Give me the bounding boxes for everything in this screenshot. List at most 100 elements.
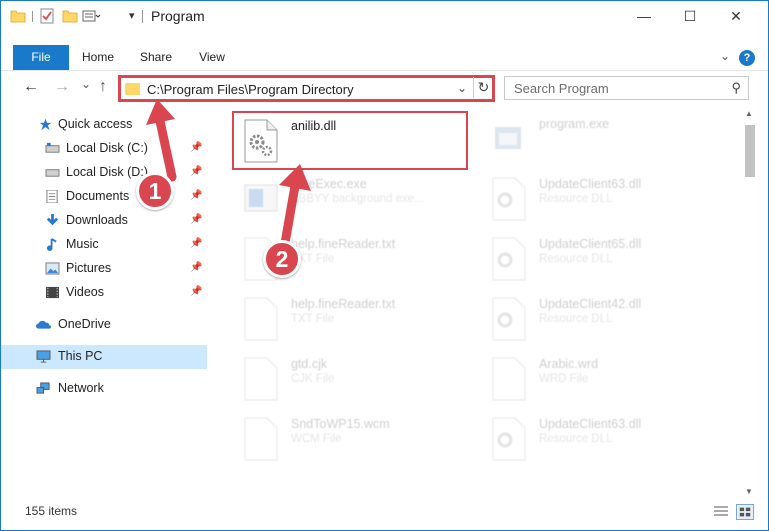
step-1-badge: 1 (136, 172, 174, 210)
sidebar-item-downloads[interactable]: Downloads 📌 (1, 209, 207, 233)
recent-locations-button[interactable]: ⌄ (81, 77, 91, 91)
tab-view[interactable]: View (189, 45, 235, 70)
sidebar-item-music[interactable]: Music 📌 (1, 233, 207, 257)
qat-dropdown-icon[interactable]: ▾ (129, 9, 135, 25)
search-icon[interactable]: ⚲ (731, 80, 741, 96)
help-icon[interactable]: ? (739, 50, 755, 66)
dll-file-icon (492, 177, 526, 221)
sidebar-item-pictures[interactable]: Pictures 📌 (1, 257, 207, 281)
drive-icon (45, 142, 60, 153)
title-bar: ▾ Program — ☐ ✕ (1, 1, 768, 31)
address-path[interactable]: C:\Program Files\Program Directory (147, 82, 354, 97)
tab-file[interactable]: File (13, 45, 69, 70)
exe-file-icon (495, 127, 521, 149)
generic-file-icon (244, 417, 278, 461)
forward-button[interactable]: → (54, 78, 70, 96)
maximize-button[interactable]: ☐ (667, 1, 713, 31)
music-icon (46, 238, 57, 251)
sidebar-item-label: This PC (58, 349, 103, 363)
address-dropdown-icon[interactable]: ⌄ (457, 81, 467, 95)
file-item[interactable]: SndToWP15.wcm WCM File (233, 411, 483, 467)
dll-file-icon (492, 237, 526, 281)
sidebar-item-label: Local Disk (C:) (66, 141, 148, 155)
scroll-up-icon[interactable]: ▲ (745, 109, 753, 118)
scrollbar-thumb[interactable] (745, 125, 755, 177)
sidebar-item-videos[interactable]: Videos 📌 (1, 281, 207, 305)
dll-file-icon (244, 119, 278, 163)
status-bar: 155 items (1, 504, 768, 530)
folder-icon[interactable] (10, 8, 26, 24)
file-name: help.fineReader.txt (291, 297, 396, 311)
file-type: Resource DLL (539, 253, 613, 265)
navigation-bar: ← → ⌄ ↑ C:\Program Files\Program Directo… (1, 73, 768, 103)
file-name: UpdateClient63.dll (539, 177, 642, 191)
dll-file-icon (492, 417, 526, 461)
step-2-badge: 2 (263, 240, 301, 278)
file-item[interactable]: UpdateClient63.dll Resource DLL (481, 411, 731, 467)
minimize-button[interactable]: — (621, 1, 667, 31)
file-type: TXT File (291, 313, 335, 325)
file-name: UpdateClient63.dll (539, 417, 642, 431)
file-item[interactable]: program.exe (481, 111, 731, 167)
pin-icon: 📌 (190, 262, 203, 273)
file-name: UpdateClient42.dll (539, 297, 642, 311)
sidebar-item-label: Pictures (66, 261, 112, 275)
pictures-icon (45, 262, 60, 275)
file-type: Resource DLL (539, 433, 613, 445)
file-item[interactable]: UpdateClient42.dll Resource DLL (481, 291, 731, 347)
file-type: WRD File (539, 373, 589, 385)
sidebar-item-label: Downloads (66, 213, 128, 227)
tab-home[interactable]: Home (75, 45, 121, 70)
star-icon (39, 118, 52, 131)
pin-icon: 📌 (190, 142, 203, 153)
pin-icon: 📌 (190, 214, 203, 225)
pin-icon: 📌 (190, 166, 203, 177)
sidebar-item-documents[interactable]: Documents 📌 (1, 185, 207, 209)
new-folder-icon[interactable] (62, 8, 78, 24)
explorer-window: ▾ Program — ☐ ✕ File Home Share View ⌄ ?… (0, 0, 769, 531)
details-view-icon[interactable] (712, 504, 730, 520)
sidebar-item-label: Quick access (58, 117, 133, 131)
close-button[interactable]: ✕ (713, 1, 759, 31)
sidebar-item-onedrive[interactable]: OneDrive (1, 313, 207, 337)
back-button[interactable]: ← (23, 78, 39, 96)
downloads-icon (46, 214, 59, 226)
up-button[interactable]: ↑ (99, 78, 107, 96)
tab-share[interactable]: Share (133, 45, 179, 70)
file-item[interactable]: help.fineReader.txt TXT File (233, 291, 483, 347)
sidebar-item-network[interactable]: Network (1, 377, 207, 401)
refresh-icon[interactable]: ↻ (473, 77, 493, 98)
scroll-down-icon[interactable]: ▼ (745, 487, 753, 496)
documents-icon (46, 190, 58, 203)
onedrive-icon (36, 320, 51, 329)
large-icons-view-icon[interactable] (736, 504, 754, 520)
file-item[interactable]: UpdateClient65.dll Resource DLL (481, 231, 731, 287)
sidebar-item-label: Documents (66, 189, 130, 203)
file-type: WCM File (291, 433, 342, 445)
file-name: program.exe (539, 117, 610, 131)
vertical-scrollbar[interactable]: ▲ ▼ (743, 107, 760, 502)
item-count: 155 items (25, 504, 78, 518)
search-box[interactable]: Search Program ⚲ (504, 76, 749, 100)
ribbon-expand-icon[interactable]: ⌄ (720, 49, 730, 63)
properties-icon[interactable] (39, 8, 55, 24)
sidebar-item-label: Music (66, 237, 99, 251)
network-icon (36, 382, 50, 394)
sidebar-item-label: Local Disk (D:) (66, 165, 148, 179)
pin-icon: 📌 (190, 238, 203, 249)
sidebar-item-this-pc[interactable]: This PC (1, 345, 207, 369)
file-item[interactable]: UpdateClient63.dll Resource DLL (481, 171, 731, 227)
file-name: SndToWP15.wcm (291, 417, 390, 431)
search-placeholder[interactable]: Search Program (514, 81, 609, 96)
file-item[interactable]: gtd.cjk CJK File (233, 351, 483, 407)
pin-icon: 📌 (190, 190, 203, 201)
file-name: anilib.dll (291, 119, 337, 133)
qat-divider (32, 11, 33, 22)
pin-icon: 📌 (190, 286, 203, 297)
customize-qat-icon[interactable] (82, 8, 102, 24)
file-item[interactable]: Arabic.wrd WRD File (481, 351, 731, 407)
ribbon-tabs: File Home Share View ⌄ ? (1, 45, 768, 71)
file-name: gtd.cjk (291, 357, 328, 371)
folder-icon (125, 83, 140, 95)
window-title: Program (151, 8, 205, 24)
